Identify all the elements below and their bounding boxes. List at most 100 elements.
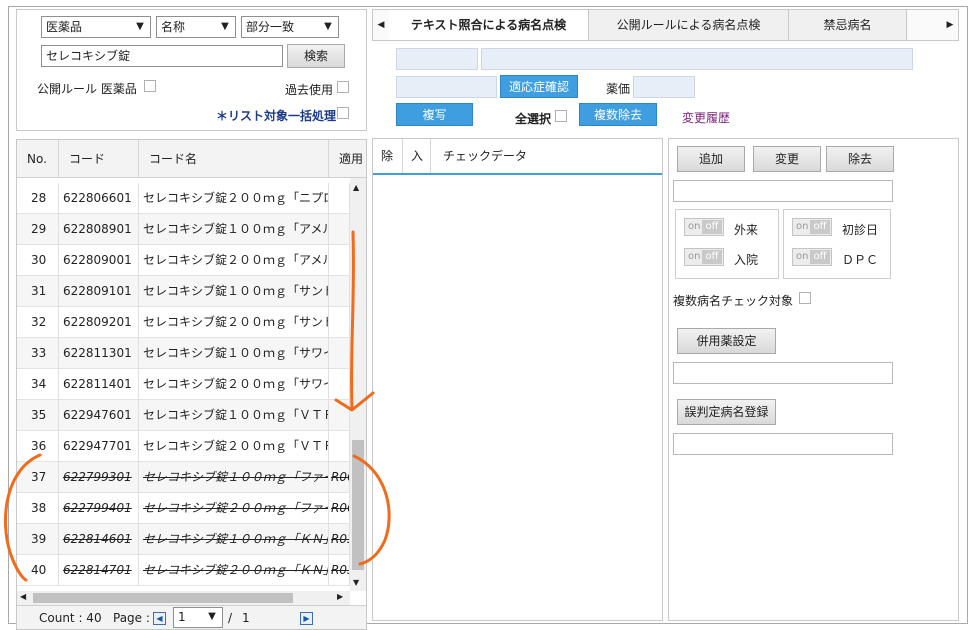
multi-remove-button[interactable]: 複数除去 — [579, 103, 657, 126]
vertical-scrollbar[interactable]: ▲ ▼ — [350, 178, 366, 591]
table-row[interactable]: 31 622809101 セレコキシブ錠１００ｍｇ「サンド」 — [17, 276, 350, 307]
past-use-label: 過去使用 — [285, 83, 334, 97]
cell-code: 622947601 — [59, 400, 139, 431]
cell-name: セレコキシブ錠２００ｍｇ「ファイザー」 — [139, 493, 329, 524]
tab-text-match[interactable]: テキスト照合による病名点検 — [389, 10, 589, 40]
indication-input[interactable] — [396, 76, 497, 98]
pager: Count : 40 Page : ◀ 1 ▼ / 1 ▶ — [17, 605, 366, 629]
h-scroll-thumb[interactable] — [33, 593, 293, 603]
table-row[interactable]: 38622799401セレコキシブ錠２００ｍｇ「ファイザー」R06 — [17, 493, 350, 524]
misjudge-button[interactable]: 誤判定病名登録 — [677, 399, 776, 425]
cell-no: 33 — [17, 338, 59, 369]
cell-no: 34 — [17, 369, 59, 400]
table-row[interactable]: 29 622808901 セレコキシブ錠１００ｍｇ「アメル」 — [17, 214, 350, 245]
table-row[interactable]: 32 622809201 セレコキシブ錠２００ｍｇ「サンド」 — [17, 307, 350, 338]
scroll-up-icon[interactable]: ▲ — [353, 183, 359, 192]
table-row[interactable]: 37622799301セレコキシブ錠１００ｍｇ「ファイザー」R06 — [17, 462, 350, 493]
cell-code: 622814601 — [59, 524, 139, 555]
cell-apply — [329, 183, 350, 214]
change-button[interactable]: 変更 — [753, 146, 821, 172]
cell-apply — [329, 431, 350, 462]
disease-code-input[interactable] — [396, 48, 478, 70]
cell-no: 40 — [17, 555, 59, 586]
side-panel: 追加 変更 除去 on off 外来 on off 入院 on off 初診日 … — [668, 138, 959, 621]
visit-type-group: on off 外来 on off 入院 — [675, 209, 779, 279]
col-include[interactable]: 入 — [403, 139, 431, 173]
cell-apply — [329, 276, 350, 307]
batch-process-checkbox[interactable] — [337, 107, 349, 119]
scroll-thumb[interactable] — [352, 440, 364, 570]
scroll-left-icon[interactable]: ◀ — [20, 592, 26, 601]
cell-no: 32 — [17, 307, 59, 338]
price-input[interactable] — [633, 76, 695, 98]
category-select[interactable]: 医薬品 ▼ — [41, 16, 151, 38]
col-apply[interactable]: 適用 — [329, 140, 366, 178]
table-row[interactable]: 39622814601セレコキシブ錠１００ｍｇ「ＫＮ」R03 — [17, 524, 350, 555]
tab-contraindication[interactable]: 禁忌病名 — [789, 10, 907, 40]
col-code[interactable]: コード — [59, 140, 139, 178]
tab-public-rule[interactable]: 公開ルールによる病名点検 — [589, 10, 789, 40]
outpatient-toggle[interactable]: on off — [684, 218, 724, 236]
cell-name: セレコキシブ錠１００ｍｇ「ＶＴＲＳ」 — [139, 400, 329, 431]
remove-button[interactable]: 除去 — [826, 146, 894, 172]
past-use-checkbox[interactable] — [337, 81, 349, 93]
select-all-checkbox[interactable] — [555, 110, 567, 122]
col-check-data[interactable]: チェックデータ — [431, 139, 662, 173]
table-row[interactable]: 28 622806601 セレコキシブ錠２００ｍｇ「ニプロ」 — [17, 183, 350, 214]
prev-page-icon[interactable]: ◀ — [153, 612, 166, 625]
table-row[interactable]: 40622814701セレコキシブ錠２００ｍｇ「ＫＮ」R03 — [17, 555, 350, 586]
inpatient-toggle[interactable]: on off — [684, 248, 724, 266]
multi-disease-checkbox[interactable] — [799, 292, 811, 304]
col-exclude[interactable]: 除 — [373, 139, 403, 173]
search-box: 医薬品 ▼ 名称 ▼ 部分一致 ▼ セレコキシブ錠 検索 公開ルール 医薬品 過… — [16, 9, 367, 131]
price-label: 薬価 — [606, 82, 631, 96]
public-rule-checkbox[interactable] — [144, 80, 156, 92]
cell-no: 31 — [17, 276, 59, 307]
dpc-toggle[interactable]: on off — [792, 248, 832, 266]
combo-drug-button[interactable]: 併用薬設定 — [677, 328, 776, 354]
table-row[interactable]: 34 622811401 セレコキシブ錠２００ｍｇ「サワイ」 — [17, 369, 350, 400]
date-type-group: on off 初診日 on off ＤＰＣ — [783, 209, 891, 279]
col-no[interactable]: No. — [17, 140, 59, 178]
add-button[interactable]: 追加 — [677, 146, 745, 172]
total-pages: 1 — [242, 611, 250, 625]
disease-name-input[interactable] — [481, 48, 913, 70]
cell-name: セレコキシブ錠２００ｍｇ「サンド」 — [139, 307, 329, 338]
cell-code: 622806601 — [59, 183, 139, 214]
outpatient-label: 外来 — [734, 223, 759, 237]
search-button[interactable]: 検索 — [287, 44, 345, 68]
misjudge-input[interactable] — [673, 433, 893, 455]
tab-bar: ◀ テキスト照合による病名点検 公開ルールによる病名点検 禁忌病名 ▶ — [372, 9, 959, 41]
cell-apply: R03 — [329, 555, 350, 586]
table-row[interactable]: 30 622809001 セレコキシブ錠２００ｍｇ「アメル」 — [17, 245, 350, 276]
check-data-panel: 除 入 チェックデータ — [372, 138, 663, 621]
select-all-label: 全選択 — [515, 112, 552, 126]
scroll-down-icon[interactable]: ▼ — [353, 578, 359, 587]
page-separator: / — [228, 611, 233, 625]
cell-name: セレコキシブ錠１００ｍｇ「ファイザー」 — [139, 462, 329, 493]
tab-scroll-left-icon[interactable]: ◀ — [373, 10, 389, 40]
table-row[interactable]: 36622947701セレコキシブ錠２００ｍｇ「ＶＴＲＳ」 — [17, 431, 350, 462]
table-row[interactable]: 35622947601セレコキシブ錠１００ｍｇ「ＶＴＲＳ」 — [17, 400, 350, 431]
field-select[interactable]: 名称 ▼ — [156, 16, 236, 38]
match-select[interactable]: 部分一致 ▼ — [241, 16, 339, 38]
cell-name: セレコキシブ錠２００ｍｇ「ＫＮ」 — [139, 555, 329, 586]
disease-text-input[interactable] — [673, 180, 893, 202]
cell-code: 622799301 — [59, 462, 139, 493]
toggle-off-text: off — [810, 220, 830, 234]
table-row[interactable]: 33 622811301 セレコキシブ錠１００ｍｇ「サワイ」 — [17, 338, 350, 369]
indication-check-button[interactable]: 適応症確認 — [500, 75, 578, 98]
col-code-name[interactable]: コード名 — [139, 140, 329, 178]
copy-button[interactable]: 複写 — [396, 103, 473, 126]
first-visit-toggle[interactable]: on off — [792, 218, 832, 236]
scroll-right-icon[interactable]: ▶ — [337, 592, 343, 601]
combo-drug-input[interactable] — [673, 362, 893, 384]
cell-apply — [329, 245, 350, 276]
tab-scroll-right-icon[interactable]: ▶ — [942, 10, 958, 40]
page-select[interactable]: 1 ▼ — [173, 607, 223, 628]
horizontal-scrollbar[interactable]: ◀ ▶ — [17, 591, 350, 605]
search-input[interactable]: セレコキシブ錠 — [41, 45, 283, 67]
change-history-link[interactable]: 変更履歴 — [682, 109, 730, 126]
toggle-off-text: off — [702, 220, 722, 234]
next-page-icon[interactable]: ▶ — [300, 612, 313, 625]
